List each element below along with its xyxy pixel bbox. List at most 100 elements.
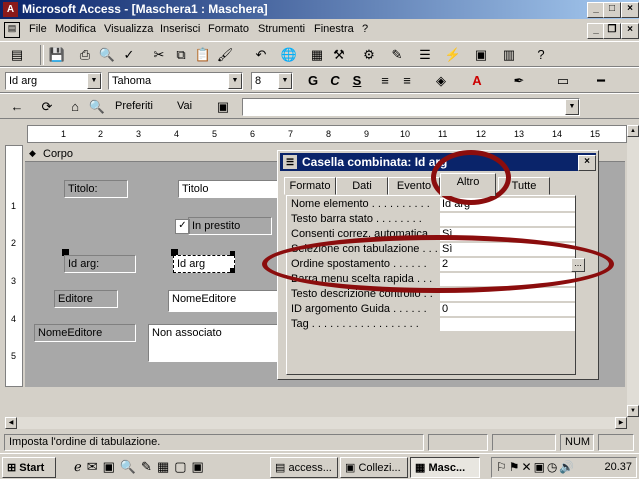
copy-icon[interactable]: ⧉ — [170, 45, 192, 65]
property-row[interactable]: Tag . . . . . . . . . . . . . . . . . . — [287, 318, 575, 333]
doc-restore-button[interactable]: ❐ — [603, 23, 621, 39]
property-row[interactable]: Testo barra stato . . . . . . . . — [287, 213, 575, 228]
size-combo[interactable]: 8 ▼ — [251, 72, 293, 90]
resize-handle[interactable] — [230, 251, 235, 256]
chevron-down-icon[interactable]: ▼ — [228, 73, 242, 89]
scroll-left-icon[interactable]: ◀ — [5, 417, 17, 429]
menu-help[interactable]: ? — [362, 23, 368, 35]
database-window-icon[interactable]: ▣ — [470, 45, 492, 65]
hyperlink-icon[interactable]: 🌐 — [278, 45, 300, 65]
task-label: Collezi... — [358, 462, 401, 474]
help-icon[interactable]: ? — [530, 45, 552, 65]
font-color-icon[interactable]: A — [466, 71, 488, 91]
scroll-up-icon[interactable]: ▲ — [627, 125, 639, 137]
web-toolbar: ← ⟳ ⌂ 🔍 Preferiti Vai ▣ ▼ — [0, 93, 639, 119]
nomeeditore-label[interactable]: NomeEditore — [34, 324, 136, 342]
tab-dati[interactable]: Dati — [336, 177, 388, 195]
property-row[interactable]: ID argomento Guida . . . . . . 0 — [287, 303, 575, 318]
menu-visualizza[interactable]: Visualizza — [104, 23, 153, 35]
tray-icons[interactable]: ⚐⚑✕▣◷🔊 — [496, 460, 576, 474]
goto-menu[interactable]: Vai — [177, 100, 192, 112]
favorites-menu[interactable]: Preferiti — [115, 100, 153, 112]
chevron-down-icon[interactable]: ▼ — [278, 73, 292, 89]
cut-icon[interactable]: ✂ — [148, 45, 170, 65]
menu-file[interactable]: File — [29, 23, 47, 35]
clock[interactable]: 20.37 — [604, 461, 632, 473]
new-object-icon[interactable]: ▥ — [498, 45, 520, 65]
show-web-only-icon[interactable]: ▣ — [212, 97, 234, 117]
property-row[interactable]: Nome elemento . . . . . . . . . . Id arg — [287, 198, 575, 213]
maximize-button[interactable]: □ — [603, 2, 621, 18]
underline-button[interactable]: S — [346, 71, 368, 91]
editore-label[interactable]: Editore — [54, 290, 118, 308]
task-access[interactable]: ▤ access... — [270, 457, 338, 478]
task-collezi[interactable]: ▣ Collezi... — [340, 457, 408, 478]
line-width-icon[interactable]: ━ — [590, 71, 612, 91]
autoformat-icon[interactable]: ⚙ — [358, 45, 380, 65]
menu-modifica[interactable]: Modifica — [55, 23, 96, 35]
italic-button[interactable]: C — [324, 71, 346, 91]
horizontal-scrollbar[interactable]: ◀ ▶ — [5, 417, 627, 429]
resize-handle[interactable] — [230, 268, 235, 273]
fill-color-icon[interactable]: ◈ — [430, 71, 452, 91]
menu-finestra[interactable]: Finestra — [314, 23, 354, 35]
toolbox-icon[interactable]: ⚒ — [328, 45, 350, 65]
format-painter-icon[interactable]: 🖌 — [214, 45, 236, 65]
access-app-icon[interactable]: A — [3, 2, 18, 17]
document-icon[interactable]: ▤ — [4, 22, 20, 38]
prestito-label[interactable]: In prestito — [188, 217, 272, 235]
code-icon[interactable]: ✎ — [386, 45, 408, 65]
bold-button[interactable]: G — [302, 71, 324, 91]
object-combo[interactable]: Id arg ▼ — [5, 72, 102, 90]
close-button[interactable]: × — [621, 2, 639, 18]
home-icon[interactable]: ⌂ — [64, 97, 86, 117]
chevron-down-icon[interactable]: ▼ — [565, 99, 579, 115]
property-value[interactable] — [440, 318, 575, 332]
align-center-icon[interactable]: ≡ — [396, 71, 418, 91]
word-doc-icon: ▤ — [275, 462, 289, 474]
ruler-mark: 11 — [438, 129, 448, 139]
menu-inserisci[interactable]: Inserisci — [160, 23, 200, 35]
doc-close-button[interactable]: × — [621, 23, 639, 39]
scroll-down-icon[interactable]: ▼ — [627, 405, 639, 417]
format-toolbar: Id arg ▼ Tahoma ▼ 8 ▼ G C S ≡ ≡ ◈ A ✒ ▭ ━ — [0, 67, 639, 93]
back-icon[interactable]: ← — [6, 97, 28, 117]
property-value[interactable] — [440, 213, 575, 227]
address-combo[interactable]: ▼ — [242, 98, 580, 116]
titolo-label[interactable]: Titolo: — [64, 180, 128, 198]
properties-icon[interactable]: ☰ — [414, 45, 436, 65]
properties-close-button[interactable]: × — [578, 155, 596, 171]
tab-formato[interactable]: Formato — [284, 177, 336, 195]
vertical-scrollbar[interactable]: ▲ ▼ — [627, 125, 639, 417]
menu-formato[interactable]: Formato — [208, 23, 249, 35]
build-icon[interactable]: ⚡ — [442, 45, 464, 65]
nomeeditore-field[interactable]: Non associato — [148, 324, 298, 362]
refresh-icon[interactable]: ⟳ — [36, 97, 58, 117]
save-icon[interactable]: 💾 — [46, 45, 68, 65]
view-icon[interactable]: ▤ — [6, 45, 28, 65]
chevron-down-icon[interactable]: ▼ — [87, 73, 101, 89]
ruler-mark: 7 — [288, 129, 294, 139]
scroll-right-icon[interactable]: ▶ — [615, 417, 627, 429]
align-left-icon[interactable]: ≡ — [374, 71, 396, 91]
task-label: Masc... — [428, 462, 466, 474]
border-icon[interactable]: ▭ — [552, 71, 574, 91]
idarg-combo-selected[interactable]: Id arg — [173, 255, 235, 273]
line-color-icon[interactable]: ✒ — [508, 71, 530, 91]
idarg-label[interactable]: Id arg: — [64, 255, 136, 273]
print-preview-icon[interactable]: 🔍 — [96, 45, 118, 65]
print-icon[interactable]: ⎙ — [74, 45, 96, 65]
paste-icon[interactable]: 📋 — [192, 45, 214, 65]
menu-strumenti[interactable]: Strumenti — [258, 23, 305, 35]
property-value[interactable]: 0 — [440, 303, 575, 317]
field-list-icon[interactable]: ▦ — [306, 45, 328, 65]
ruler-mark: 12 — [476, 129, 487, 139]
search-web-icon[interactable]: 🔍 — [86, 97, 108, 117]
quicklaunch-icons[interactable]: ℯ✉▣🔍✎▦▢▣ — [74, 459, 209, 475]
task-maschera[interactable]: ▦ Masc... — [410, 457, 480, 478]
start-button[interactable]: ⊞ Start — [2, 457, 56, 478]
undo-icon[interactable]: ↶ — [250, 45, 272, 65]
tab-altro[interactable]: Altro — [440, 173, 496, 196]
spelling-icon[interactable]: ✓ — [118, 45, 140, 65]
font-combo[interactable]: Tahoma ▼ — [108, 72, 243, 90]
